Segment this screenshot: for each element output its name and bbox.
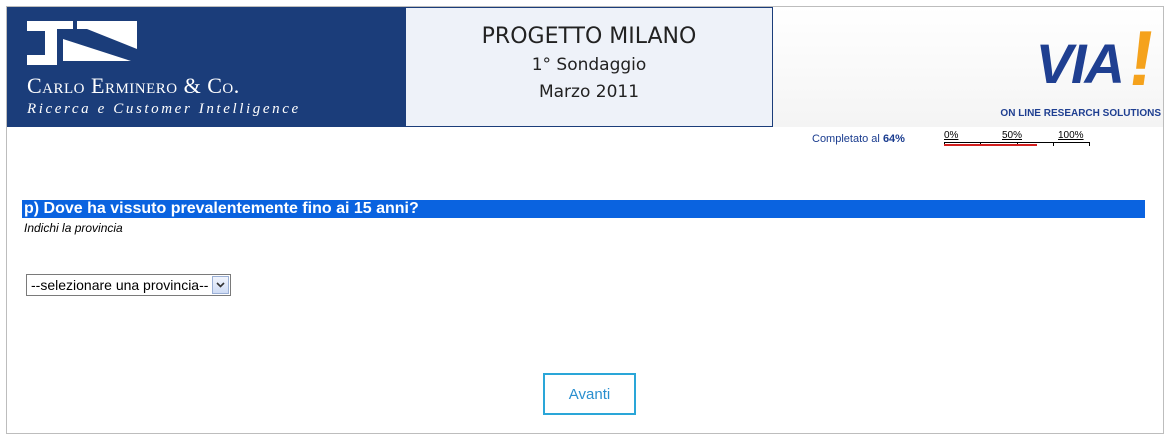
company-logo-mark-icon bbox=[27, 21, 137, 65]
next-button[interactable]: Avanti bbox=[543, 373, 636, 415]
progress-tick bbox=[1089, 142, 1090, 146]
question-hint: Indichi la provincia bbox=[24, 221, 123, 235]
survey-subtitle: 1° Sondaggio bbox=[531, 55, 647, 75]
company-name: Carlo Erminero & Co. bbox=[27, 73, 240, 98]
progress-scale: 0% 50% 100% bbox=[944, 128, 1094, 154]
question-text: p) Dove ha vissuto prevalentemente fino … bbox=[24, 200, 419, 217]
via-logo: VIA ! ON LINE RESEARCH SOLUTIONS bbox=[1000, 9, 1162, 125]
header-right-panel: VIA ! ON LINE RESEARCH SOLUTIONS bbox=[773, 7, 1163, 127]
via-logo-text: VIA bbox=[1035, 32, 1125, 95]
survey-date: Marzo 2011 bbox=[538, 82, 640, 102]
via-logo-bang: ! bbox=[1122, 14, 1162, 102]
survey-title: PROGETTO MILANO bbox=[481, 24, 697, 49]
progress-scale-label: 100% bbox=[1058, 130, 1084, 141]
progress-scale-label: 0% bbox=[944, 130, 959, 141]
chevron-down-icon[interactable] bbox=[212, 276, 230, 294]
survey-header: Carlo Erminero & Co. Ricerca e Customer … bbox=[7, 7, 1163, 127]
carlo-erminero-logo: Carlo Erminero & Co. Ricerca e Customer … bbox=[7, 7, 405, 127]
province-select-value: --selezionare una provincia-- bbox=[31, 277, 209, 293]
via-logo-subtitle: ON LINE RESEARCH SOLUTIONS bbox=[1000, 108, 1161, 119]
progress-scale-label: 50% bbox=[1002, 130, 1023, 141]
progress-fill bbox=[944, 144, 1038, 146]
question-bar: p) Dove ha vissuto prevalentemente fino … bbox=[22, 200, 1145, 218]
survey-title-box: PROGETTO MILANO 1° Sondaggio Marzo 2011 bbox=[405, 7, 773, 127]
next-button-label: Avanti bbox=[568, 385, 611, 403]
progress-label: Completato al 64% bbox=[812, 133, 905, 145]
company-tagline: Ricerca e Customer Intelligence bbox=[27, 101, 301, 117]
progress-tick bbox=[1053, 142, 1054, 146]
progress-indicator: Completato al 64% 0% 50% 100% bbox=[812, 128, 1092, 154]
province-select[interactable]: --selezionare una provincia-- bbox=[26, 274, 232, 296]
